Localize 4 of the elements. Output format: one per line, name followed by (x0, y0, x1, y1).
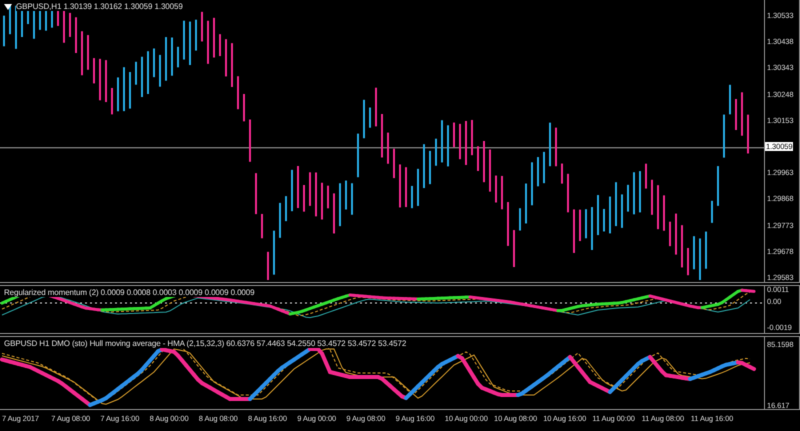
indicator-header: GBPUSD H1 DMO (sto) Hull moving average - HMA (2,15,32,3) 60.6376 57.4463 54.2550 53.4572 53.4572 53.4572 (4, 339, 406, 348)
dropdown-triangle-icon[interactable] (4, 4, 12, 10)
symbol-header: GBPUSD,H1 1.30139 1.30162 1.30059 1.30059 (16, 2, 183, 11)
indicator-header: Regularized momentum (2) 0.0009 0.0008 0.0003 0.0009 0.0009 0.0009 (4, 288, 254, 297)
